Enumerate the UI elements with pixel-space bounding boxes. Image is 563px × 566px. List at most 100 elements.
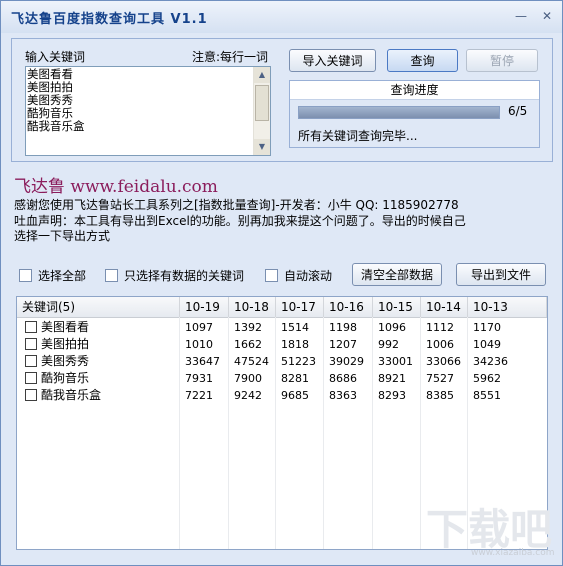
scroll-up-arrow-icon[interactable]: ▲ — [254, 67, 270, 83]
table-row[interactable]: 美图看看 1097 1392 1514 1198 1096 1112 1170 — [17, 319, 547, 336]
watermark: 下载吧 www.xiazaiba.com — [426, 496, 556, 558]
index-value-cell: 1198 — [329, 321, 357, 334]
column-header-date[interactable]: 10-18 — [229, 297, 276, 317]
scroll-down-arrow-icon[interactable]: ▼ — [254, 139, 270, 155]
index-value-cell: 1818 — [281, 338, 309, 351]
column-header-keyword[interactable]: 关键词(5) — [17, 297, 180, 317]
index-value-cell: 7900 — [234, 372, 262, 385]
index-value-cell: 7931 — [185, 372, 213, 385]
progress-panel: 查询进度 6/5 所有关键词查询完毕... — [289, 80, 540, 148]
keyword-cell[interactable]: 酷狗音乐 — [17, 370, 180, 387]
index-value-cell: 9242 — [234, 389, 262, 402]
index-value-cell: 47524 — [234, 355, 269, 368]
index-value-cell: 39029 — [329, 355, 364, 368]
keyword-cell[interactable]: 酷我音乐盒 — [17, 387, 180, 404]
index-value-cell: 1097 — [185, 321, 213, 334]
index-value-cell: 9685 — [281, 389, 309, 402]
index-value-cell: 8921 — [378, 372, 406, 385]
progress-label: 查询进度 — [290, 81, 539, 100]
keyword-cell[interactable]: 美图看看 — [17, 319, 180, 336]
table-header: 关键词(5) 10-19 10-18 10-17 10-16 10-15 10-14 10-1… — [17, 297, 547, 318]
column-header-date[interactable]: 10-15 — [373, 297, 421, 317]
keyword-textarea[interactable]: 美图看看 美图拍拍 美图秀秀 酷狗音乐 酷我音乐盒 ▲ ▼ — [25, 66, 271, 156]
row-checkbox-icon[interactable] — [25, 372, 37, 384]
keyword-text: 酷狗音乐 — [41, 371, 90, 385]
app-window: 飞达鲁百度指数查询工具 V1.1 — ✕ 输入关键词 注意:每行一词 美图看看美… — [0, 0, 563, 566]
index-value-cell: 8551 — [473, 389, 501, 402]
export-to-file-button[interactable]: 导出到文件 — [456, 263, 546, 286]
watermark-url: www.xiazaiba.com — [471, 548, 555, 558]
select-all-checkbox[interactable]: 选择全部 — [19, 267, 86, 284]
row-checkbox-icon[interactable] — [25, 338, 37, 350]
keyword-scrollbar[interactable]: ▲ ▼ — [253, 67, 270, 155]
row-checkbox-icon[interactable] — [25, 389, 37, 401]
keyword-text: 酷我音乐盒 — [41, 388, 102, 402]
website-link[interactable]: 飞达鲁 www.feidalu.com — [14, 172, 218, 197]
keyword-lines: 美图看看 美图拍拍 美图秀秀 酷狗音乐 酷我音乐盒 — [27, 68, 253, 154]
top-panel: 输入关键词 注意:每行一词 美图看看 美图拍拍 美图秀秀 酷狗音乐 酷我音乐盒 ▲ ▼ … — [11, 38, 553, 162]
index-value-cell: 1096 — [378, 321, 406, 334]
minimize-button[interactable]: — — [513, 9, 529, 23]
index-value-cell: 992 — [378, 338, 399, 351]
auto-scroll-label: 自动滚动 — [284, 269, 333, 283]
keyword-line: 酷我音乐盒 — [27, 119, 85, 133]
scroll-thumb[interactable] — [255, 85, 269, 121]
index-value-cell: 1049 — [473, 338, 501, 351]
keyword-text: 美图看看 — [41, 320, 90, 334]
index-value-cell: 5962 — [473, 372, 501, 385]
table-row[interactable]: 美图拍拍 1010 1662 1818 1207 992 1006 1049 — [17, 336, 547, 353]
index-value-cell: 1392 — [234, 321, 262, 334]
index-value-cell: 51223 — [281, 355, 316, 368]
checkbox-icon — [265, 269, 278, 282]
auto-scroll-checkbox[interactable]: 自动滚动 — [265, 267, 332, 284]
row-checkbox-icon[interactable] — [25, 321, 37, 333]
window-title: 飞达鲁百度指数查询工具 V1.1 — [11, 12, 208, 27]
keyword-input-hint: 注意:每行一词 — [192, 50, 269, 64]
index-value-cell: 33066 — [426, 355, 461, 368]
column-header-date[interactable]: 10-14 — [421, 297, 468, 317]
index-value-cell: 7221 — [185, 389, 213, 402]
progress-bar — [298, 106, 500, 119]
column-header-date[interactable]: 10-13 — [468, 297, 547, 317]
index-value-cell: 8281 — [281, 372, 309, 385]
progress-status: 所有关键词查询完毕... — [298, 129, 418, 143]
index-value-cell: 1514 — [281, 321, 309, 334]
only-data-checkbox[interactable]: 只选择有数据的关键词 — [105, 267, 244, 284]
index-value-cell: 34236 — [473, 355, 508, 368]
close-button[interactable]: ✕ — [539, 9, 555, 23]
table-row[interactable]: 酷我音乐盒 7221 9242 9685 8363 8293 8385 8551 — [17, 387, 547, 404]
column-header-date[interactable]: 10-17 — [276, 297, 324, 317]
checkbox-icon — [105, 269, 118, 282]
pause-button[interactable]: 暂停 — [466, 49, 538, 72]
index-value-cell: 8293 — [378, 389, 406, 402]
checkbox-icon — [19, 269, 32, 282]
progress-fill — [299, 107, 499, 118]
notice-text-line2: 选择一下导出方式 — [14, 229, 111, 243]
keyword-text: 美图秀秀 — [41, 354, 90, 368]
column-header-date[interactable]: 10-16 — [324, 297, 373, 317]
index-value-cell: 1207 — [329, 338, 357, 351]
index-value-cell: 1006 — [426, 338, 454, 351]
table-row[interactable]: 美图秀秀 33647 47524 51223 39029 33001 33066 34236 — [17, 353, 547, 370]
index-value-cell: 7527 — [426, 372, 454, 385]
row-checkbox-icon[interactable] — [25, 355, 37, 367]
thanks-text: 感谢您使用飞达鲁站长工具系列之[指数批量查询]-开发者：小牛 QQ: 11859… — [14, 198, 459, 212]
index-value-cell: 1112 — [426, 321, 454, 334]
column-header-date[interactable]: 10-19 — [180, 297, 229, 317]
table-row[interactable]: 酷狗音乐 7931 7900 8281 8686 8921 7527 5962 — [17, 370, 547, 387]
index-value-cell: 8686 — [329, 372, 357, 385]
index-value-cell: 1170 — [473, 321, 501, 334]
only-data-label: 只选择有数据的关键词 — [124, 269, 245, 283]
keyword-cell[interactable]: 美图拍拍 — [17, 336, 180, 353]
title-bar: 飞达鲁百度指数查询工具 V1.1 — ✕ — [1, 1, 562, 33]
index-value-cell: 1010 — [185, 338, 213, 351]
index-value-cell: 8385 — [426, 389, 454, 402]
index-value-cell: 8363 — [329, 389, 357, 402]
progress-count: 6/5 — [508, 104, 528, 118]
import-keywords-button[interactable]: 导入关键词 — [289, 49, 376, 72]
index-value-cell: 1662 — [234, 338, 262, 351]
keyword-cell[interactable]: 美图秀秀 — [17, 353, 180, 370]
clear-all-data-button[interactable]: 清空全部数据 — [352, 263, 442, 286]
index-value-cell: 33001 — [378, 355, 413, 368]
query-button[interactable]: 查询 — [387, 49, 458, 72]
